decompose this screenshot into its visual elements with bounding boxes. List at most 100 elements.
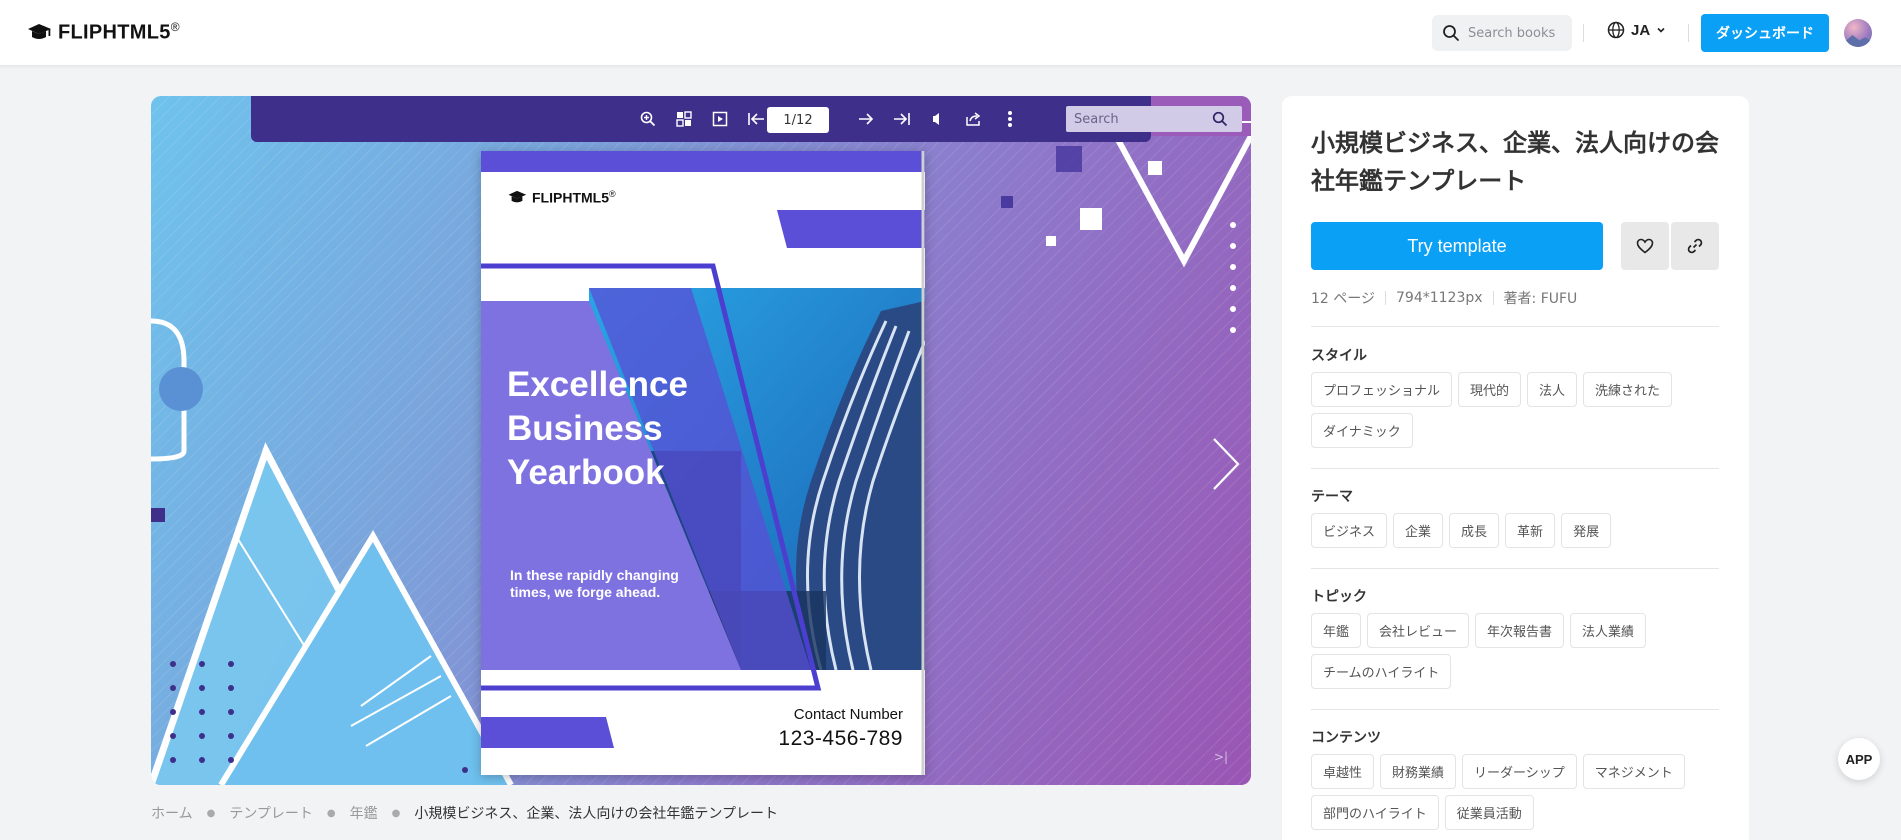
tag[interactable]: 卓越性 — [1311, 754, 1375, 789]
share-button[interactable] — [964, 109, 984, 129]
breadcrumb-yearbook[interactable]: 年鑑 — [350, 803, 378, 823]
search-icon[interactable] — [1212, 111, 1228, 127]
more-vertical-icon — [1008, 111, 1012, 127]
breadcrumb-home[interactable]: ホーム — [151, 803, 193, 823]
viewer-search-input[interactable] — [1066, 111, 1212, 127]
logo-text: FLIPHTML5® — [58, 20, 180, 44]
search-books-input[interactable] — [1468, 25, 1568, 41]
favorite-button[interactable] — [1621, 222, 1669, 270]
tag[interactable]: 発展 — [1561, 513, 1612, 548]
page-count: 12 ページ — [1311, 291, 1375, 307]
style-tags: プロフェッショナル 現代的 法人 洗練された ダイナミック — [1311, 372, 1721, 448]
tag[interactable]: 年鑑 — [1311, 613, 1362, 648]
last-page-mark[interactable]: >| — [1214, 750, 1228, 764]
tag[interactable]: リーダーシップ — [1462, 754, 1577, 789]
graduation-cap-icon — [28, 24, 51, 40]
page-view-icon — [712, 111, 728, 127]
last-page-button[interactable] — [892, 109, 912, 129]
book-title: Excellence Business Yearbook — [507, 363, 737, 495]
globe-icon — [1607, 21, 1625, 39]
viewer-search[interactable] — [1066, 106, 1242, 132]
sound-button[interactable] — [928, 109, 948, 129]
section-divider — [1311, 568, 1719, 569]
topic-tags: 年鑑 会社レビュー 年次報告書 法人業績 チームのハイライト — [1311, 613, 1721, 689]
chevron-down-icon — [1657, 27, 1665, 33]
author: 著者: FUFU — [1503, 291, 1578, 307]
tag[interactable]: 従業員活動 — [1444, 795, 1534, 830]
section-title-theme: テーマ — [1311, 489, 1353, 505]
template-meta: 12 ページ 794*1123px 著者: FUFU — [1311, 288, 1577, 308]
tag[interactable]: チームのハイライト — [1311, 654, 1452, 689]
site-logo[interactable]: FLIPHTML5® — [26, 20, 180, 45]
top-header: FLIPHTML5® JA ダッシュボード — [0, 0, 1901, 66]
section-divider — [1311, 326, 1719, 327]
tag[interactable]: 法人 — [1527, 372, 1578, 407]
tag[interactable]: 成長 — [1449, 513, 1500, 548]
dashboard-button[interactable]: ダッシュボード — [1701, 14, 1829, 52]
next-page-button[interactable] — [856, 109, 876, 129]
tag[interactable]: 革新 — [1505, 513, 1556, 548]
template-info-panel: 小規模ビジネス、企業、法人向けの会社年鑑テンプレート Try template … — [1282, 96, 1749, 840]
tag[interactable]: 会社レビュー — [1367, 613, 1470, 648]
search-icon — [1443, 25, 1459, 41]
breadcrumb-separator: ● — [326, 807, 336, 819]
link-icon — [1687, 238, 1703, 254]
header-search[interactable] — [1432, 15, 1572, 51]
try-template-button[interactable]: Try template — [1311, 222, 1603, 270]
meta-divider — [1385, 291, 1386, 305]
book-title-line: Business — [507, 409, 663, 448]
tag[interactable]: 法人業績 — [1570, 613, 1647, 648]
graduation-cap-icon — [508, 191, 527, 203]
tag[interactable]: 洗練された — [1583, 372, 1673, 407]
tag[interactable]: ビジネス — [1311, 513, 1388, 548]
section-title-contents: コンテンツ — [1311, 730, 1381, 746]
tag[interactable]: 財務業績 — [1380, 754, 1457, 789]
tag[interactable]: 部門のハイライト — [1311, 795, 1439, 830]
tag[interactable]: ダイナミック — [1311, 413, 1413, 448]
first-page-button[interactable] — [746, 109, 766, 129]
page-size: 794*1123px — [1396, 290, 1483, 306]
breadcrumb-current: 小規模ビジネス、企業、法人向けの会社年鑑テンプレート — [414, 806, 778, 822]
tag[interactable]: 年次報告書 — [1475, 613, 1565, 648]
speaker-icon — [933, 113, 939, 125]
breadcrumb-templates[interactable]: テンプレート — [229, 803, 313, 823]
book-title-line: Yearbook — [507, 453, 665, 492]
contents-tags: 卓越性 財務業績 リーダーシップ マネジメント 部門のハイライト 従業員活動 — [1311, 754, 1721, 830]
app-download-button[interactable]: APP — [1838, 738, 1880, 780]
template-title: 小規模ビジネス、企業、法人向けの会社年鑑テンプレート — [1311, 129, 1719, 195]
tag[interactable]: 現代的 — [1458, 372, 1522, 407]
book-title-line: Excellence — [507, 365, 688, 404]
copy-link-button[interactable] — [1671, 222, 1719, 270]
book-page[interactable]: FLIPHTML5® Excellence Business Yearbook … — [481, 151, 925, 775]
page-number-input[interactable] — [767, 107, 829, 133]
book-subtitle: In these rapidly changing times, we forg… — [510, 567, 700, 601]
flipbook-viewer[interactable]: FLIPHTML5® Excellence Business Yearbook … — [151, 96, 1251, 785]
header-divider — [1583, 24, 1584, 42]
book-subtitle-line: In these rapidly changing — [510, 567, 679, 583]
single-page-button[interactable] — [710, 109, 730, 129]
book-logo-text: FLIPHTML5® — [532, 189, 616, 206]
theme-tags: ビジネス 企業 成長 革新 発展 — [1311, 513, 1721, 548]
header-divider — [1688, 24, 1689, 42]
section-title-topic: トピック — [1311, 589, 1367, 605]
zoom-in-icon — [640, 111, 656, 127]
more-options-button[interactable] — [1000, 109, 1020, 129]
language-label: JA — [1631, 21, 1651, 39]
meta-divider — [1492, 291, 1494, 305]
section-divider — [1311, 709, 1719, 710]
section-title-style: スタイル — [1311, 348, 1367, 364]
language-selector[interactable]: JA — [1607, 21, 1666, 39]
heart-icon — [1636, 238, 1654, 254]
tag[interactable]: マネジメント — [1582, 754, 1685, 789]
breadcrumb: ホーム ● テンプレート ● 年鑑 ● 小規模ビジネス、企業、法人向けの会社年鑑… — [151, 803, 778, 823]
viewer-toolbar — [251, 96, 1242, 142]
zoom-in-button[interactable] — [638, 109, 658, 129]
breadcrumb-separator: ● — [206, 807, 216, 819]
contact-number: 123-456-789 — [778, 727, 903, 750]
thumbnails-button[interactable] — [674, 109, 694, 129]
avatar[interactable] — [1844, 19, 1872, 47]
tag[interactable]: 企業 — [1393, 513, 1444, 548]
tag[interactable]: プロフェッショナル — [1311, 372, 1453, 407]
next-page-arrow[interactable] — [1211, 436, 1241, 492]
book-logo: FLIPHTML5® — [507, 189, 616, 206]
